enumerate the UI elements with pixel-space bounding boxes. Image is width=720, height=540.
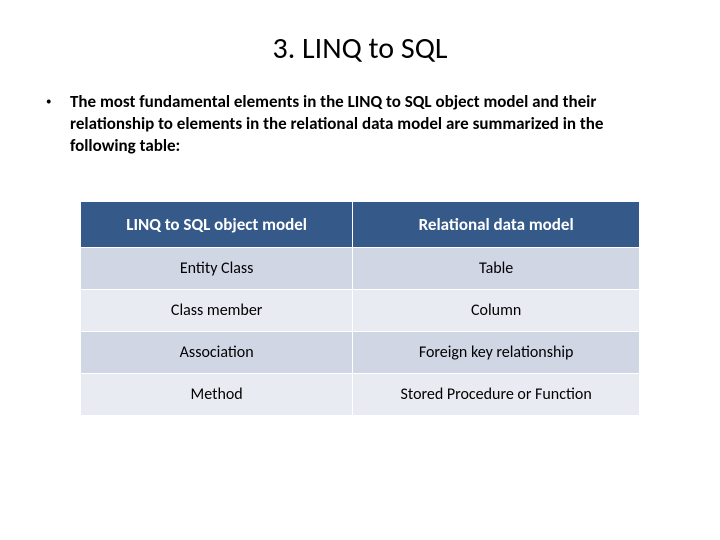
slide-title: 3. LINQ to SQL xyxy=(40,30,680,67)
table-cell: Column xyxy=(353,290,640,332)
table-row: Entity Class Table xyxy=(81,248,640,290)
table-cell: Table xyxy=(353,248,640,290)
table-cell: Foreign key relationship xyxy=(353,332,640,374)
table-header-cell: Relational data model xyxy=(353,202,640,248)
table-cell: Stored Procedure or Function xyxy=(353,374,640,416)
table-header-row: LINQ to SQL object model Relational data… xyxy=(81,202,640,248)
bullet-text: The most fundamental elements in the LIN… xyxy=(70,91,680,157)
table-cell: Class member xyxy=(81,290,353,332)
bullet-icon: • xyxy=(46,91,70,113)
bullet-item: • The most fundamental elements in the L… xyxy=(40,91,680,157)
table-cell: Entity Class xyxy=(81,248,353,290)
slide: 3. LINQ to SQL • The most fundamental el… xyxy=(0,0,720,540)
table-header-cell: LINQ to SQL object model xyxy=(81,202,353,248)
table-row: Association Foreign key relationship xyxy=(81,332,640,374)
table-cell: Association xyxy=(81,332,353,374)
mapping-table-wrap: LINQ to SQL object model Relational data… xyxy=(80,201,640,416)
table-row: Method Stored Procedure or Function xyxy=(81,374,640,416)
table-row: Class member Column xyxy=(81,290,640,332)
mapping-table: LINQ to SQL object model Relational data… xyxy=(80,201,640,416)
table-cell: Method xyxy=(81,374,353,416)
